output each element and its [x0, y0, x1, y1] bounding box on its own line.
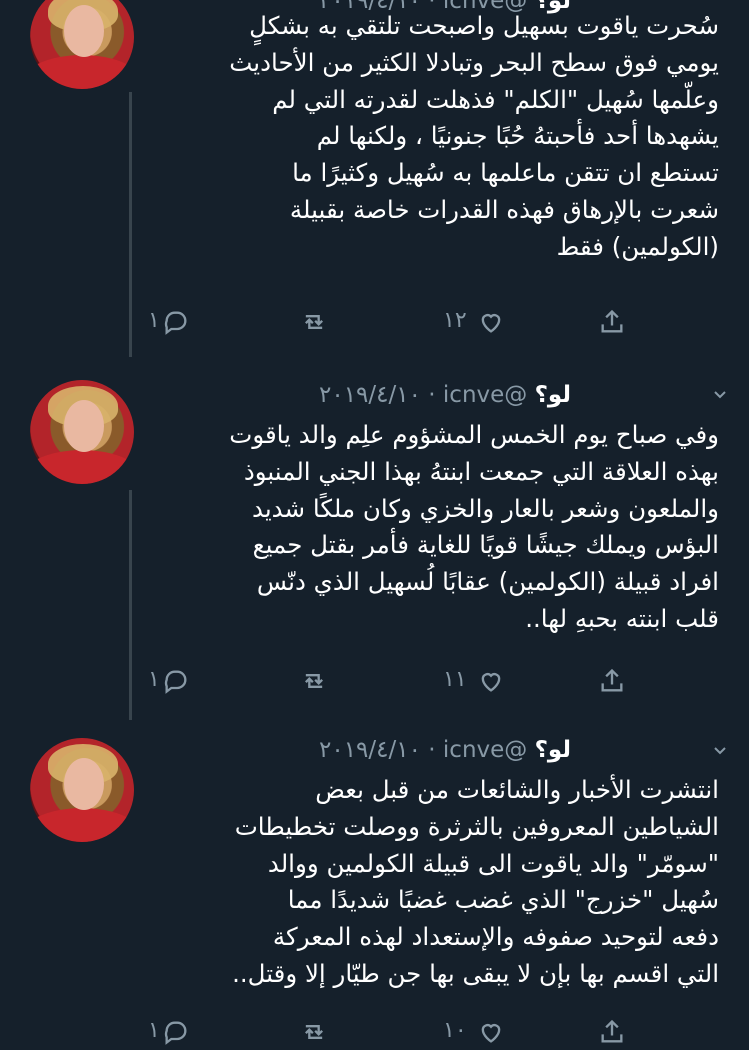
tweet-text: وفي صباح يوم الخمس المشؤوم علِم والد ياق… [229, 420, 719, 633]
avatar[interactable] [30, 0, 134, 89]
reply-icon [164, 1021, 187, 1045]
retweet-icon [305, 315, 323, 329]
display-name[interactable]: لو؟ [535, 737, 571, 763]
reply-icon [164, 670, 187, 694]
share-button[interactable] [598, 304, 630, 340]
like-button[interactable]: ١٠ [443, 1014, 513, 1050]
retweet-icon [305, 1025, 323, 1039]
chevron-down-icon[interactable] [712, 386, 728, 402]
tweet-text: سُحرت ياقوت بسهيل واصبحت تلتقي به بشكلٍ … [229, 11, 719, 261]
reply-button[interactable]: ١ [148, 304, 208, 340]
like-icon [481, 1024, 501, 1043]
like-icon [481, 673, 501, 692]
share-icon [601, 309, 623, 333]
like-icon [481, 314, 501, 333]
share-button[interactable] [598, 1014, 630, 1050]
handle[interactable]: @icnve · ٢٠١٩/٤/١٠ [319, 737, 527, 763]
tweet-actions: ١ ١٠ [0, 1014, 749, 1050]
handle[interactable]: @icnve · ٢٠١٩/٤/١٠ [319, 382, 527, 408]
tweet-header: لو؟ @icnve · ٢٠١٩/٤/١٠ [319, 735, 571, 765]
avatar[interactable] [30, 738, 134, 842]
display-name[interactable]: لو؟ [535, 382, 571, 408]
retweet-icon [305, 674, 323, 688]
share-icon [601, 1019, 623, 1043]
tweet-actions: ١ ١٢ [0, 304, 749, 340]
like-count: ١٢ [443, 308, 467, 333]
retweet-button[interactable] [300, 304, 340, 340]
tweet-actions: ١ ١١ [0, 663, 749, 699]
reply-button[interactable]: ١ [148, 663, 208, 699]
tweet-text: انتشرت الأخبار والشائعات من قبل بعض الشي… [232, 775, 719, 988]
tweet-header: لو؟ @icnve · ٢٠١٩/٤/١٠ [319, 380, 571, 410]
chevron-down-icon[interactable] [712, 742, 728, 758]
reply-button[interactable]: ١ [148, 1014, 208, 1050]
reply-count: ١ [148, 308, 160, 333]
share-icon [601, 668, 623, 692]
avatar[interactable] [30, 380, 134, 484]
share-button[interactable] [598, 663, 630, 699]
like-count: ١٠ [443, 1018, 467, 1043]
like-button[interactable]: ١١ [443, 663, 513, 699]
retweet-button[interactable] [300, 663, 340, 699]
like-button[interactable]: ١٢ [443, 304, 513, 340]
reply-icon [164, 311, 187, 335]
retweet-button[interactable] [300, 1014, 340, 1050]
reply-count: ١ [148, 667, 160, 692]
reply-count: ١ [148, 1018, 160, 1043]
like-count: ١١ [443, 667, 467, 692]
